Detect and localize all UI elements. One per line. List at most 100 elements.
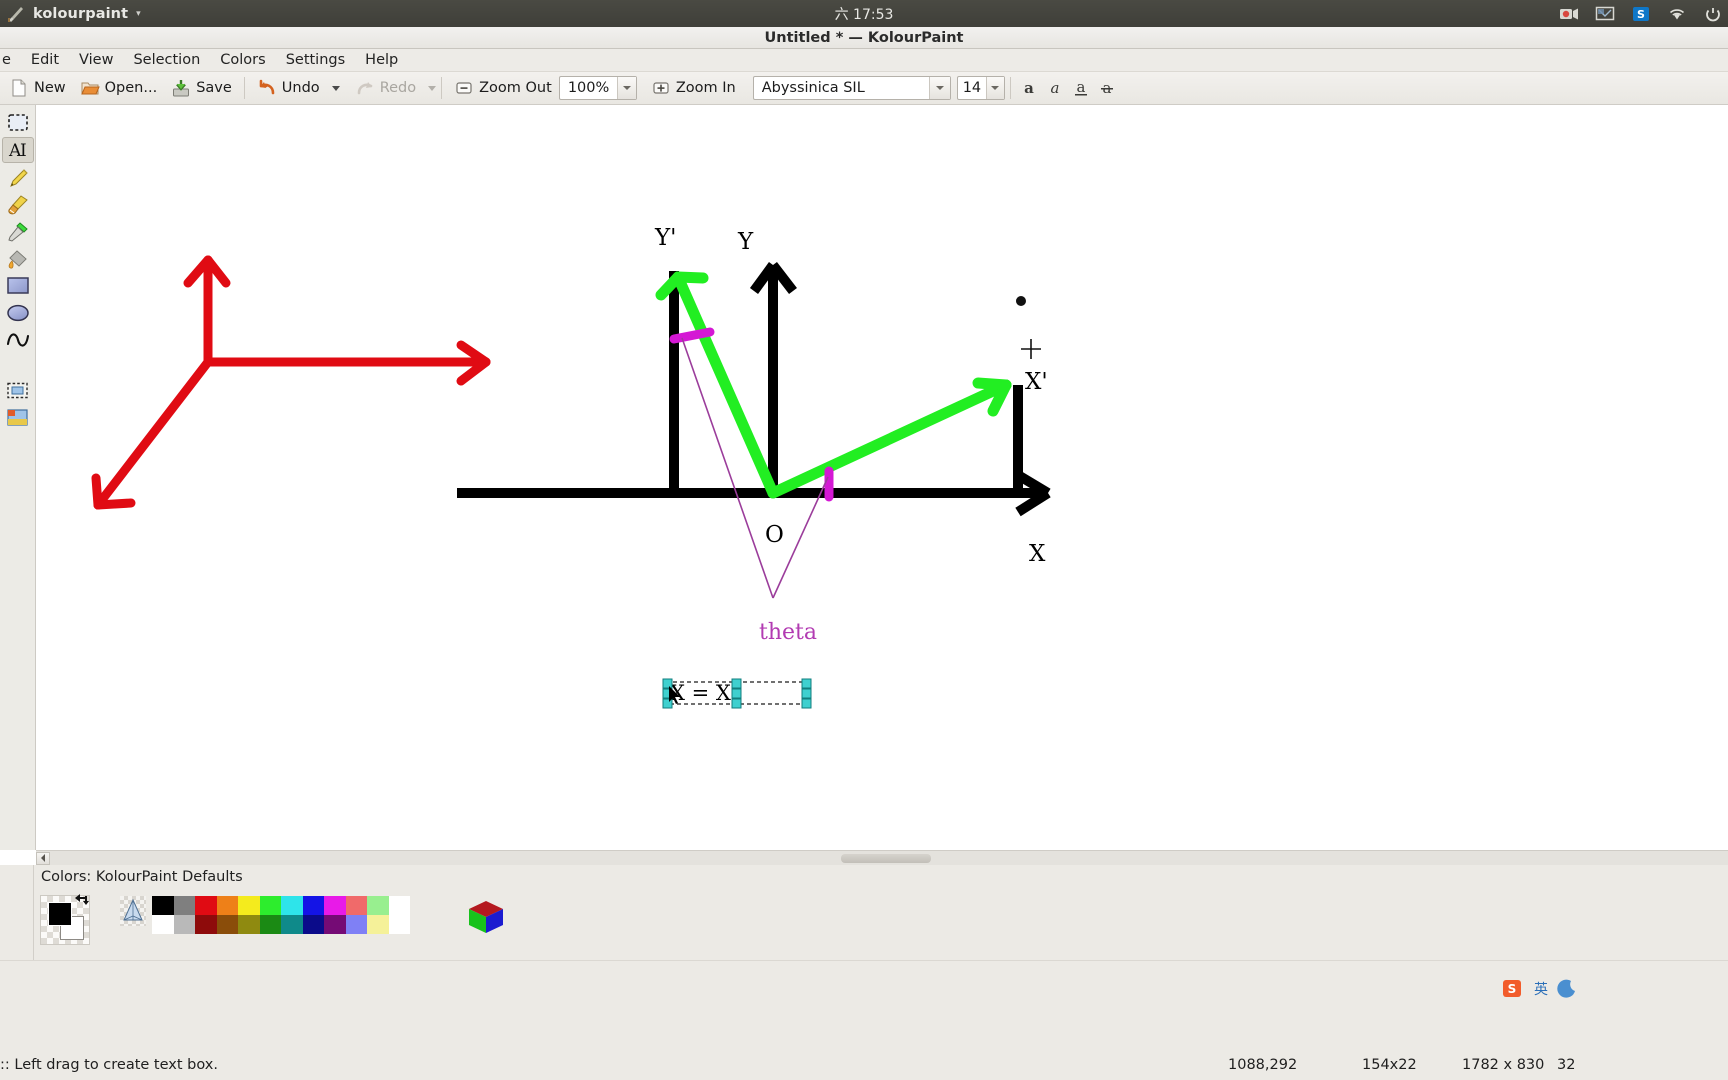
green-xprime-axis bbox=[767, 379, 1012, 499]
zoom-out-button[interactable]: Zoom Out bbox=[447, 75, 559, 102]
palette-swatch[interactable] bbox=[152, 896, 174, 915]
scrollbar-thumb[interactable] bbox=[841, 853, 931, 863]
ellipse-tool[interactable] bbox=[2, 300, 34, 326]
canvas-horizontal-scrollbar[interactable] bbox=[36, 850, 1728, 865]
font-size-dropdown-icon[interactable] bbox=[986, 77, 1004, 99]
palette-swatch[interactable] bbox=[302, 915, 324, 934]
palette-swatch[interactable] bbox=[259, 896, 281, 915]
zoom-level-dropdown-icon[interactable] bbox=[617, 77, 636, 99]
image-tool[interactable] bbox=[2, 405, 34, 431]
app-indicator[interactable]: kolourpaint ▾ bbox=[0, 4, 141, 24]
display-icon[interactable] bbox=[1594, 5, 1616, 23]
free-form-selection-tool[interactable] bbox=[2, 378, 34, 404]
menu-help[interactable]: Help bbox=[355, 50, 408, 70]
palette-swatch[interactable] bbox=[195, 915, 217, 934]
rectangle-tool[interactable] bbox=[2, 273, 34, 299]
underline-button[interactable]: a bbox=[1068, 75, 1094, 101]
palette-swatch[interactable] bbox=[173, 915, 195, 934]
bold-button[interactable]: a bbox=[1016, 75, 1042, 101]
palette-swatch[interactable] bbox=[195, 896, 217, 915]
font-family-dropdown-icon[interactable] bbox=[928, 77, 950, 99]
palette-swatch[interactable] bbox=[388, 915, 410, 934]
dot-artifact bbox=[1016, 296, 1026, 306]
menu-view[interactable]: View bbox=[69, 50, 123, 70]
canvas-viewport[interactable]: Y' Y X' X O theta X = X' bbox=[36, 105, 1728, 850]
zoom-level-combobox[interactable]: 100% bbox=[558, 76, 637, 100]
sogou-ime-logo-icon[interactable]: S bbox=[1502, 978, 1526, 1000]
green-axes-group bbox=[655, 271, 1012, 499]
ime-indicator[interactable]: S 英 bbox=[1502, 978, 1578, 1000]
palette-swatch[interactable] bbox=[216, 915, 238, 934]
save-button[interactable]: Save bbox=[164, 75, 239, 102]
swap-colors-icon[interactable] bbox=[72, 892, 92, 912]
palette-swatch[interactable] bbox=[152, 915, 174, 934]
svg-text:英: 英 bbox=[1534, 981, 1548, 998]
color-palette-grid[interactable] bbox=[152, 896, 410, 934]
palette-swatch[interactable] bbox=[281, 896, 303, 915]
palette-swatch[interactable] bbox=[216, 896, 238, 915]
palette-swatch[interactable] bbox=[345, 915, 367, 934]
rectangular-selection-tool[interactable] bbox=[2, 110, 34, 136]
palette-swatch[interactable] bbox=[324, 896, 346, 915]
zoom-in-button[interactable]: Zoom In bbox=[644, 75, 743, 102]
wifi-icon[interactable] bbox=[1666, 5, 1688, 23]
curve-tool[interactable] bbox=[2, 327, 34, 353]
red-axes-group bbox=[91, 255, 491, 510]
undo-dropdown-icon[interactable] bbox=[331, 85, 340, 91]
diagram-artwork: Y' Y X' X O theta X = X' bbox=[91, 225, 1051, 709]
palette-swatch[interactable] bbox=[367, 915, 389, 934]
dual-color-selector[interactable] bbox=[40, 892, 92, 945]
label-X-prime: X' bbox=[1025, 369, 1048, 395]
palette-swatch[interactable] bbox=[324, 915, 346, 934]
system-clock[interactable]: 六 17:53 bbox=[0, 4, 1728, 24]
scroll-left-arrow-icon[interactable] bbox=[36, 851, 50, 865]
rectangle-icon bbox=[7, 277, 29, 294]
text-tool[interactable]: A I bbox=[2, 137, 34, 163]
pen-tool[interactable] bbox=[2, 165, 34, 191]
ime-moon-icon[interactable] bbox=[1556, 978, 1578, 1000]
brush-tool[interactable] bbox=[2, 192, 34, 218]
redo-button-label: Redo bbox=[379, 80, 417, 96]
palette-swatch[interactable] bbox=[238, 915, 260, 934]
svg-text:I: I bbox=[20, 141, 27, 160]
palette-swatch[interactable] bbox=[173, 896, 195, 915]
palette-swatch[interactable] bbox=[302, 896, 324, 915]
svg-text:a: a bbox=[1050, 79, 1059, 97]
font-family-combobox[interactable]: Abyssinica SIL bbox=[752, 76, 951, 100]
ime-chinese-mode-icon[interactable]: 英 bbox=[1530, 978, 1552, 1000]
palette-swatch[interactable] bbox=[388, 896, 410, 915]
power-icon[interactable] bbox=[1702, 5, 1724, 23]
menu-file[interactable]: e bbox=[0, 50, 21, 70]
menu-settings[interactable]: Settings bbox=[276, 50, 355, 70]
text-selection-box[interactable]: X = X' bbox=[662, 678, 812, 709]
menu-colors[interactable]: Colors bbox=[210, 50, 275, 70]
italic-button[interactable]: a bbox=[1042, 75, 1068, 101]
new-button[interactable]: New bbox=[2, 75, 73, 102]
palette-swatch[interactable] bbox=[345, 896, 367, 915]
color-picker-tool[interactable] bbox=[2, 219, 34, 245]
palette-swatch[interactable] bbox=[281, 915, 303, 934]
undo-button-label: Undo bbox=[281, 80, 320, 96]
bold-icon: a bbox=[1024, 79, 1034, 97]
drawing-canvas[interactable]: Y' Y X' X O theta X = X' bbox=[36, 105, 1728, 850]
font-size-combobox[interactable]: 14 bbox=[956, 76, 1005, 100]
screen-recorder-icon[interactable] bbox=[1558, 5, 1580, 23]
color-dock-title: Colors: KolourPaint Defaults bbox=[41, 869, 243, 885]
kolourpaint-cube-logo bbox=[469, 901, 503, 933]
palette-swatch[interactable] bbox=[259, 915, 281, 934]
palette-swatch[interactable] bbox=[238, 896, 260, 915]
freeform-select-icon bbox=[7, 382, 28, 399]
statusbar: :: Left drag to create text box. 1088,29… bbox=[0, 960, 1728, 1080]
strikethrough-button[interactable]: a bbox=[1094, 75, 1120, 101]
undo-button[interactable]: Undo bbox=[250, 75, 327, 102]
foreground-color-swatch[interactable] bbox=[48, 902, 72, 926]
menu-selection[interactable]: Selection bbox=[123, 50, 210, 70]
redo-button[interactable]: Redo bbox=[348, 75, 423, 102]
palette-swatch[interactable] bbox=[367, 896, 389, 915]
flood-fill-tool[interactable] bbox=[2, 246, 34, 272]
text-box-content[interactable]: X = X' bbox=[670, 681, 737, 705]
sogou-ime-icon[interactable]: S bbox=[1630, 5, 1652, 23]
open-button[interactable]: Open... bbox=[73, 75, 165, 102]
menu-edit[interactable]: Edit bbox=[21, 50, 69, 70]
transparent-color-swatch[interactable] bbox=[120, 896, 146, 926]
